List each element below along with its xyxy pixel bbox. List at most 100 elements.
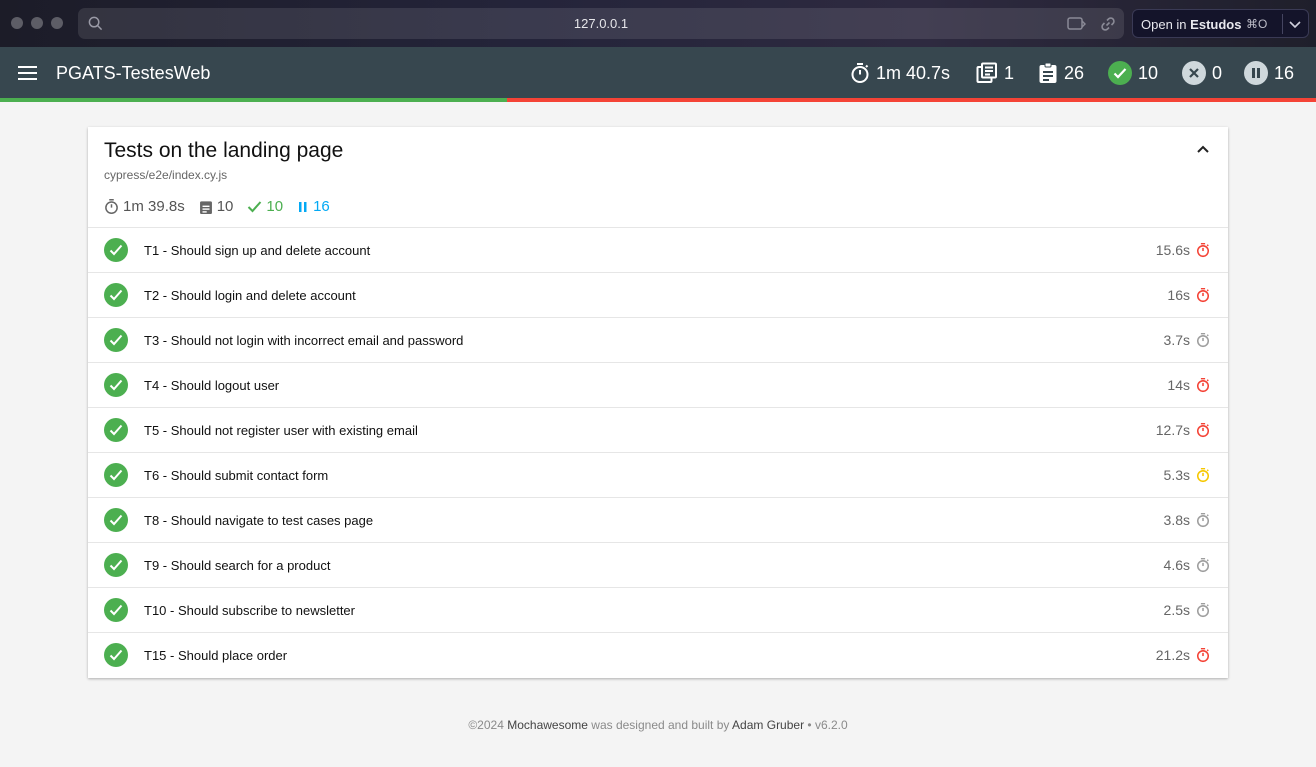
assignment-icon [199, 200, 212, 214]
suite-pending: 16 [297, 198, 330, 215]
cancel-icon [1182, 61, 1206, 85]
stat-tests-value: 26 [1064, 62, 1085, 83]
browser-chrome: 127.0.0.1 Open in Estudos ⌘O [0, 0, 1316, 47]
stat-failures[interactable]: 0 [1182, 61, 1222, 85]
suite-tests-value: 10 [216, 198, 234, 215]
menu-icon[interactable] [18, 66, 38, 80]
footer: ©2024 Mochawesome was designed and built… [0, 718, 1316, 732]
open-in-app-name: Estudos [1190, 17, 1242, 32]
app-header: PGATS-TestesWeb 1m 40.7s 1 26 10 0 16 [0, 47, 1316, 98]
check-circle-icon [1108, 61, 1132, 85]
chevron-down-icon[interactable] [1288, 18, 1302, 33]
speed-stopwatch-icon [1196, 602, 1210, 623]
window-minimize-button[interactable] [31, 17, 43, 29]
pass-check-icon [104, 463, 128, 487]
test-row[interactable]: T3 - Should not login with incorrect ema… [88, 317, 1228, 362]
speed-stopwatch-icon [1196, 512, 1210, 533]
mochawesome-link[interactable]: Mochawesome [507, 718, 588, 732]
window-close-button[interactable] [11, 17, 23, 29]
test-duration: 15.6s [1155, 242, 1190, 258]
test-row[interactable]: T6 - Should submit contact form 5.3s [88, 452, 1228, 497]
suite-duration: 1m 39.8s [104, 198, 185, 215]
stat-passes-value: 10 [1138, 62, 1159, 83]
test-title: T2 - Should login and delete account [144, 288, 356, 303]
pass-check-icon [104, 373, 128, 397]
reader-mode-icon[interactable] [1066, 15, 1087, 38]
open-in-app-button[interactable]: Open in Estudos ⌘O [1132, 9, 1309, 38]
stat-suites[interactable]: 1 [976, 61, 1014, 85]
suite-passes-value: 10 [266, 198, 284, 215]
suite-passes: 10 [247, 198, 283, 215]
test-title: T6 - Should submit contact form [144, 468, 329, 483]
stat-duration: 1m 40.7s [850, 61, 950, 85]
test-duration: 12.7s [1155, 422, 1190, 438]
author-link[interactable]: Adam Gruber [732, 718, 804, 732]
suite-card: Tests on the landing page cypress/e2e/in… [88, 127, 1228, 678]
pass-check-icon [104, 508, 128, 532]
collapse-button[interactable] [1196, 141, 1210, 159]
suite-summary: 1m 39.8s 10 10 16 [104, 198, 344, 215]
test-list: T1 - Should sign up and delete account 15… [88, 227, 1228, 677]
test-duration: 16s [1167, 287, 1190, 303]
speed-stopwatch-icon [1196, 287, 1210, 308]
assignment-icon [1039, 62, 1057, 83]
test-row[interactable]: T4 - Should logout user 14s [88, 362, 1228, 407]
test-row[interactable]: T9 - Should search for a product 4.6s [88, 542, 1228, 587]
test-row[interactable]: T1 - Should sign up and delete account 15… [88, 227, 1228, 272]
test-duration: 21.2s [1155, 647, 1190, 663]
test-duration: 14s [1167, 377, 1190, 393]
divider [1282, 14, 1283, 34]
stopwatch-icon [851, 63, 869, 83]
report-title: PGATS-TestesWeb [56, 63, 211, 83]
chevron-up-icon [1197, 145, 1209, 153]
test-duration: 4.6s [1163, 557, 1190, 573]
address-bar[interactable]: 127.0.0.1 [78, 8, 1124, 39]
test-duration: 2.5s [1163, 602, 1190, 618]
speed-stopwatch-icon [1196, 422, 1210, 443]
link-icon[interactable] [1099, 15, 1117, 38]
footer-designed-text: was designed and built by [591, 718, 730, 732]
pass-check-icon [104, 643, 128, 667]
test-title: T9 - Should search for a product [144, 558, 331, 573]
test-row[interactable]: T2 - Should login and delete account 16s [88, 272, 1228, 317]
window-maximize-button[interactable] [51, 17, 63, 29]
open-in-prefix: Open in [1141, 17, 1187, 32]
stat-suites-value: 1 [1004, 62, 1015, 83]
pass-check-icon [104, 283, 128, 307]
pause-circle-icon [1244, 61, 1268, 85]
stat-duration-value: 1m 40.7s [876, 62, 951, 83]
suite-title: Tests on the landing page [104, 139, 344, 162]
stat-pending-value: 16 [1274, 62, 1295, 83]
stopwatch-icon [105, 199, 118, 214]
pass-check-icon [104, 418, 128, 442]
pass-progress-bar [0, 98, 1316, 102]
test-duration: 3.8s [1163, 512, 1190, 528]
suite-duration-value: 1m 39.8s [123, 198, 185, 215]
stat-pending[interactable]: 16 [1244, 61, 1294, 85]
speed-stopwatch-icon [1196, 377, 1210, 398]
speed-stopwatch-icon [1196, 557, 1210, 578]
library-books-icon [976, 62, 997, 83]
speed-stopwatch-icon [1196, 467, 1210, 488]
test-title: T8 - Should navigate to test cases page [144, 513, 374, 528]
test-title: T10 - Should subscribe to newsletter [144, 603, 355, 618]
speed-stopwatch-icon [1196, 647, 1210, 668]
check-icon [248, 201, 262, 213]
stat-failures-value: 0 [1212, 62, 1223, 83]
pass-progress-fill [0, 98, 507, 102]
test-duration: 3.7s [1163, 332, 1190, 348]
test-row[interactable]: T15 - Should place order 21.2s [88, 632, 1228, 677]
footer-copyright: ©2024 [468, 718, 504, 732]
test-row[interactable]: T5 - Should not register user with exist… [88, 407, 1228, 452]
pass-check-icon [104, 238, 128, 262]
test-duration: 5.3s [1163, 467, 1190, 483]
stat-passes[interactable]: 10 [1108, 61, 1158, 85]
test-title: T1 - Should sign up and delete account [144, 243, 371, 258]
test-row[interactable]: T10 - Should subscribe to newsletter 2.5s [88, 587, 1228, 632]
test-title: T3 - Should not login with incorrect ema… [144, 333, 464, 348]
test-row[interactable]: T8 - Should navigate to test cases page 3… [88, 497, 1228, 542]
stat-tests[interactable]: 26 [1038, 61, 1084, 85]
url-text: 127.0.0.1 [573, 16, 629, 31]
footer-version: • v6.2.0 [807, 718, 848, 732]
open-in-shortcut: ⌘O [1246, 17, 1268, 31]
